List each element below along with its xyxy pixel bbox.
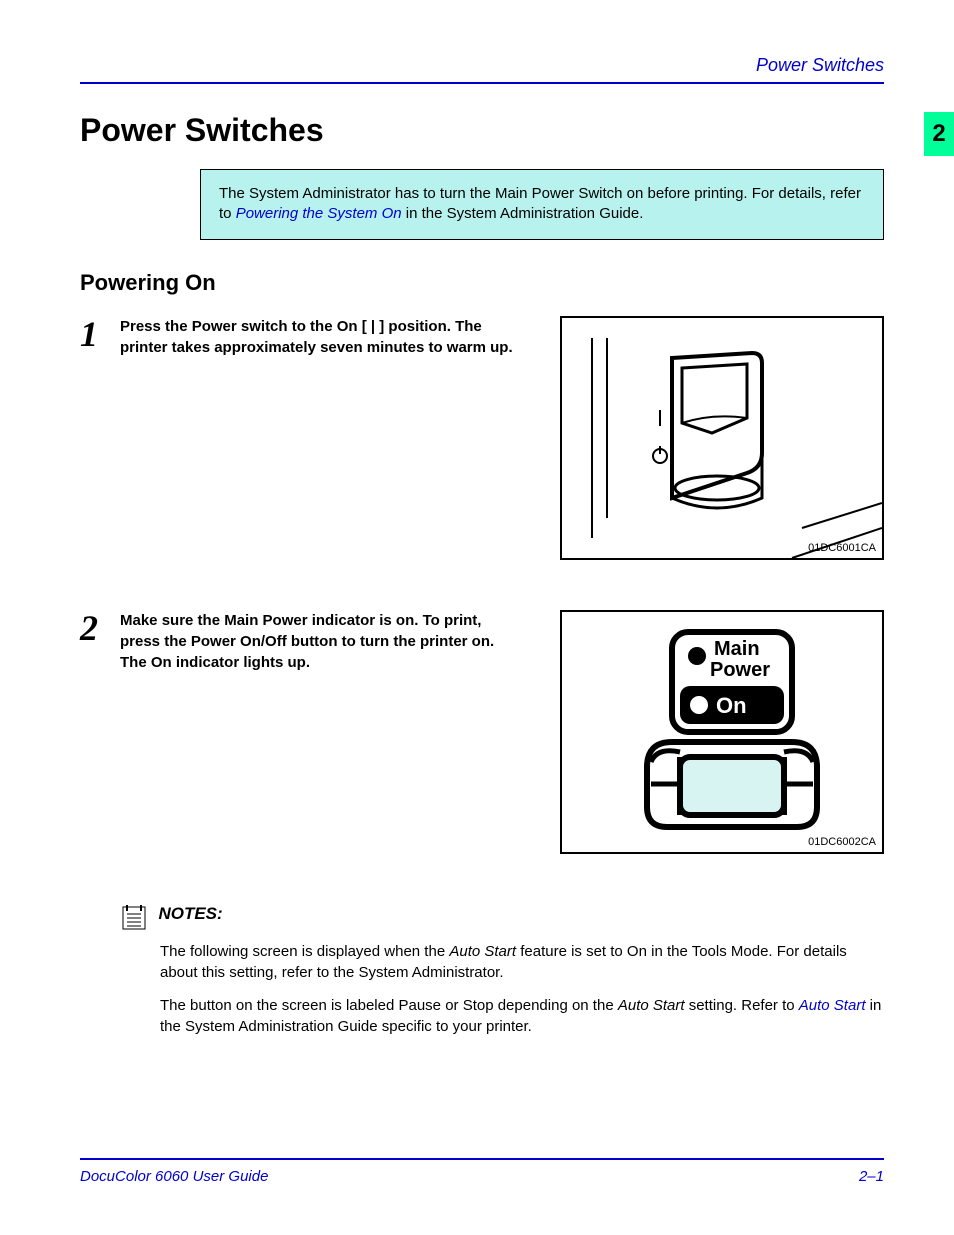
step-number: 1 — [80, 316, 120, 560]
note-body-2: The button on the screen is labeled Paus… — [160, 995, 884, 1037]
note-block: NOTES: The following screen is displayed… — [120, 904, 884, 1037]
page-header-title: Power Switches — [80, 55, 884, 76]
svg-text:Power: Power — [710, 659, 770, 681]
note-italic: Auto Start — [618, 997, 685, 1014]
sub-heading: Powering On — [80, 270, 884, 296]
page-footer: DocuColor 6060 User Guide 2–1 — [80, 1158, 884, 1185]
section-tab: 2 — [924, 112, 954, 156]
note-italic: Auto Start — [449, 943, 516, 960]
highlight-ref-link[interactable]: Powering the System On — [236, 205, 402, 222]
power-button-illustration: Main Power On — [562, 612, 882, 852]
svg-text:On: On — [716, 693, 747, 718]
note-text: The following screen is displayed when t… — [160, 943, 449, 960]
power-switch-illustration — [562, 318, 882, 558]
figure-power-switch: 01DC6001CA — [560, 316, 884, 560]
note-ref-link[interactable]: Auto Start — [799, 997, 866, 1014]
step-text: Press the Power switch to the On [ | ] p… — [120, 316, 520, 560]
note-text: The button on the screen is labeled Paus… — [160, 997, 618, 1014]
highlight-text-tail: in the System Administration Guide. — [402, 205, 644, 222]
figure-code: 01DC6001CA — [808, 542, 876, 554]
highlight-box: The System Administrator has to turn the… — [200, 169, 884, 240]
step-row-1: 1 Press the Power switch to the On [ | ]… — [80, 316, 884, 560]
step-text: Make sure the Main Power indicator is on… — [120, 610, 520, 854]
note-text-tail: setting. Refer to — [685, 997, 799, 1014]
section-title: Power Switches — [80, 112, 884, 149]
step-number: 2 — [80, 610, 120, 854]
figure-code: 01DC6002CA — [808, 836, 876, 848]
note-body-1: The following screen is displayed when t… — [160, 941, 884, 983]
header-rule — [80, 82, 884, 84]
step-row-2: 2 Make sure the Main Power indicator is … — [80, 610, 884, 854]
highlight-text: The System Administrator has to turn the… — [219, 184, 865, 225]
figure-power-button: Main Power On 01DC6002CA — [560, 610, 884, 854]
note-label: NOTES: — [158, 904, 222, 923]
svg-text:Main: Main — [714, 638, 760, 660]
note-icon — [120, 904, 148, 937]
footer-right: 2–1 — [859, 1168, 884, 1185]
footer-left: DocuColor 6060 User Guide — [80, 1168, 268, 1185]
footer-rule — [80, 1158, 884, 1160]
